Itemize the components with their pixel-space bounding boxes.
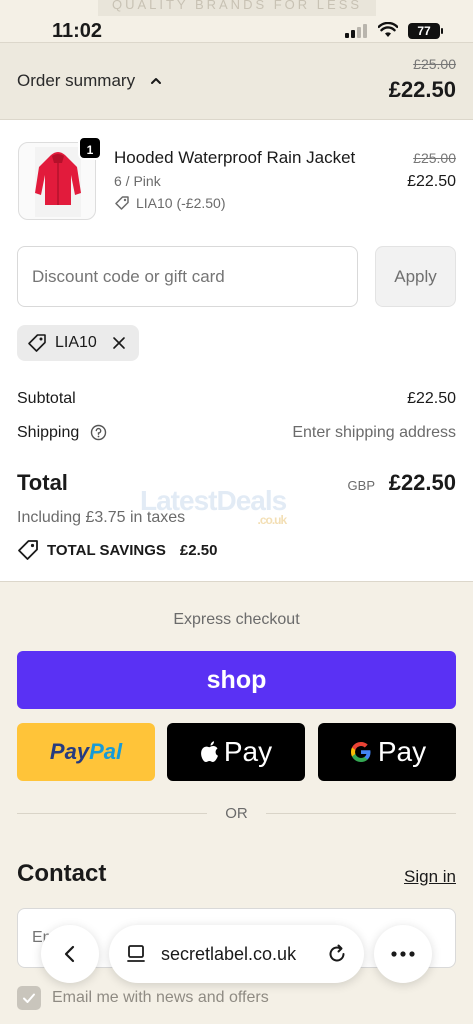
paypal-pal-text: Pal (89, 739, 123, 764)
order-summary-bar[interactable]: Order summary £25.00 £22.50 (0, 42, 473, 120)
tag-icon (28, 334, 46, 352)
product-name: Hooded Waterproof Rain Jacket (114, 148, 356, 167)
wifi-icon (378, 22, 398, 37)
cellular-signal-icon (345, 24, 371, 38)
express-checkout-title: Express checkout (173, 611, 300, 628)
apply-button[interactable]: Apply (375, 246, 456, 307)
contact-heading: Contact (17, 860, 107, 887)
total-label: Total (17, 470, 68, 495)
total-currency: GBP (347, 478, 375, 493)
or-separator: OR (225, 805, 248, 822)
apple-logo-icon (200, 741, 218, 762)
google-g-icon (350, 742, 371, 762)
newsletter-checkbox[interactable] (17, 986, 41, 1010)
newsletter-label: Email me with news and offers (52, 989, 269, 1006)
battery-indicator: 77 (408, 23, 443, 39)
apple-pay-label: Pay (223, 736, 273, 767)
checkmark-icon (23, 993, 35, 1003)
total-value: £22.50 (388, 470, 456, 495)
google-pay-button[interactable]: Pay (318, 723, 456, 781)
savings-value: £2.50 (179, 541, 218, 559)
ellipsis-icon (391, 951, 415, 957)
google-pay-label: Pay (377, 736, 427, 767)
shipping-row: Shipping (17, 424, 107, 442)
original-total: £25.00 (413, 56, 456, 72)
status-bar: QUALITY BRANDS FOR LESS 11:02 77 (0, 0, 473, 42)
page-menu-icon[interactable] (125, 943, 147, 965)
subtotal-label: Subtotal (17, 390, 76, 407)
item-discount-label: LIA10 (-£2.50) (136, 195, 226, 211)
paypal-pay-text: Pay (49, 739, 90, 764)
sign-in-link[interactable]: Sign in (404, 867, 456, 887)
shop-pay-button[interactable]: shop (17, 651, 456, 709)
tax-note: Including £3.75 in taxes (17, 509, 186, 526)
savings-label: TOTAL SAVINGS (47, 541, 166, 559)
reload-icon[interactable] (326, 943, 348, 965)
total-savings: TOTAL SAVINGS £2.50 (17, 539, 217, 561)
order-summary-panel: Hooded Waterproof Rain Jacket 6 / Pink L… (0, 120, 473, 582)
more-options-button[interactable] (374, 925, 432, 983)
address-bar[interactable]: secretlabel.co.uk (109, 925, 364, 983)
apple-pay-button[interactable]: Pay (167, 723, 305, 781)
paypal-button[interactable]: Pay Pal (17, 723, 155, 781)
status-time: 11:02 (52, 20, 103, 42)
applied-discount-chip: LIA10 (17, 325, 139, 361)
back-button[interactable] (41, 925, 99, 983)
order-summary-toggle[interactable]: Order summary (17, 71, 135, 91)
tag-icon (115, 196, 129, 210)
item-original-price: £25.00 (413, 150, 456, 166)
discount-code-input[interactable] (17, 246, 358, 307)
shipping-label: Shipping (17, 424, 80, 441)
shipping-value: Enter shipping address (292, 424, 456, 441)
url-text[interactable]: secretlabel.co.uk (161, 944, 312, 965)
tag-icon (18, 540, 38, 560)
item-price: £22.50 (407, 173, 456, 190)
summary-total: £22.50 (388, 77, 456, 102)
item-discount: LIA10 (-£2.50) (114, 195, 226, 211)
chevron-left-icon (64, 945, 75, 963)
subtotal-value: £22.50 (407, 390, 456, 407)
chevron-up-icon[interactable] (150, 75, 162, 87)
quantity-badge: 1 (78, 136, 102, 160)
remove-discount-icon[interactable] (111, 335, 127, 351)
product-variant: 6 / Pink (114, 173, 161, 189)
help-circle-icon[interactable] (90, 424, 107, 441)
applied-code-label: LIA10 (55, 334, 97, 351)
promo-banner: QUALITY BRANDS FOR LESS (98, 0, 376, 16)
